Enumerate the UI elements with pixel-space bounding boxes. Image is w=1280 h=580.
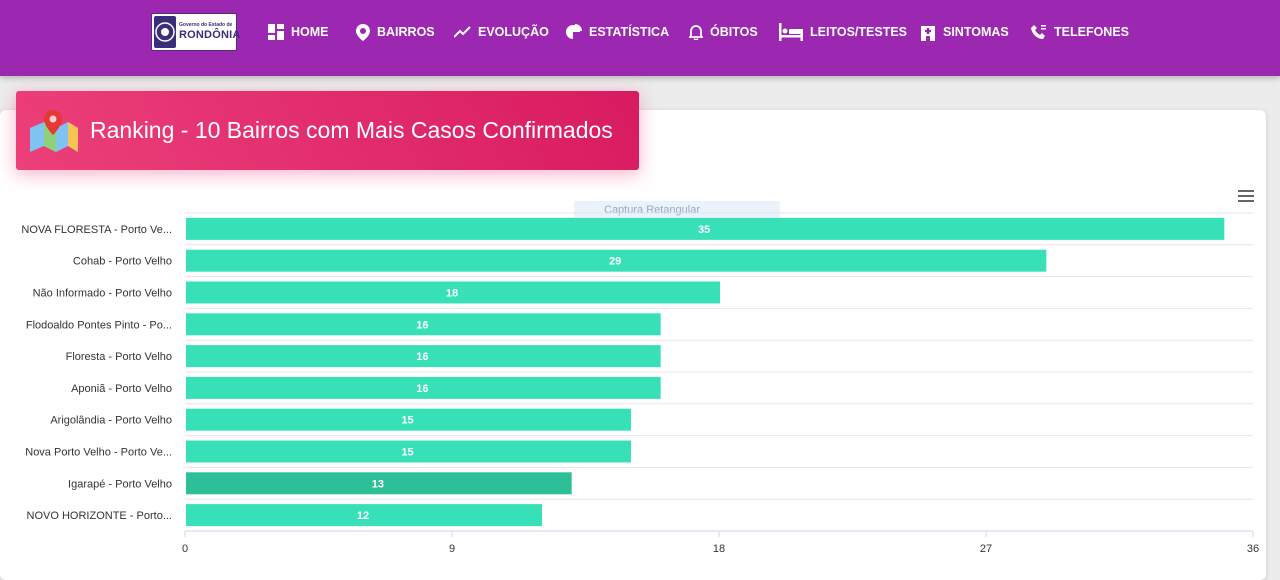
category-label: Não Informado - Porto Velho (33, 288, 172, 300)
data-label: 16 (416, 319, 428, 331)
x-tick-label: 0 (182, 543, 188, 555)
data-label: 16 (416, 383, 428, 395)
data-label: 15 (401, 447, 413, 459)
category-label: Cohab - Porto Velho (73, 256, 172, 268)
bar-chart: 0 9 18 27 36 NOVA FLORESTA - Porto Ve... 35 Coh… (21, 212, 1259, 555)
x-tick-label: 18 (713, 543, 725, 555)
data-label: 16 (416, 351, 428, 363)
category-label: Flodoaldo Pontes Pinto - Po... (26, 319, 172, 331)
data-label: 15 (401, 415, 413, 427)
x-tick-label: 9 (449, 543, 455, 555)
data-label: 13 (372, 478, 384, 490)
category-label: NOVA FLORESTA - Porto Ve... (21, 224, 172, 236)
category-label: NOVO HORIZONTE - Porto... (27, 510, 172, 522)
category-label: Nova Porto Velho - Porto Ve... (25, 447, 172, 459)
data-label: 12 (357, 510, 369, 522)
data-label: 35 (698, 224, 710, 236)
category-label: Floresta - Porto Velho (66, 351, 172, 363)
category-label: Aponiã - Porto Velho (71, 383, 172, 395)
category-label: Arigolândia - Porto Velho (50, 415, 172, 427)
category-label: Igarapé - Porto Velho (68, 478, 172, 490)
x-tick-label: 36 (1247, 543, 1259, 555)
data-label: 29 (609, 256, 621, 268)
data-label: 18 (446, 288, 458, 300)
x-tick-label: 27 (980, 543, 992, 555)
